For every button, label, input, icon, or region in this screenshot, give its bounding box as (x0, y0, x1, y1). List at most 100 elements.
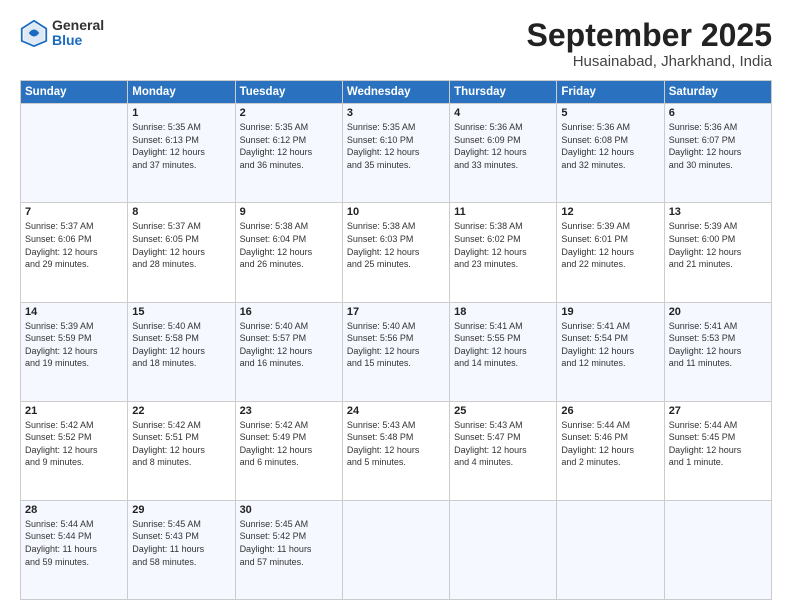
col-sunday: Sunday (21, 81, 128, 104)
day-number: 5 (561, 107, 659, 119)
day-info: Sunrise: 5:37 AM Sunset: 6:05 PM Dayligh… (132, 220, 230, 270)
cell-w1-d2: 1 Sunrise: 5:35 AM Sunset: 6:13 PM Daylig… (128, 104, 235, 203)
day-info: Sunrise: 5:41 AM Sunset: 5:54 PM Dayligh… (561, 320, 659, 370)
day-info: Sunrise: 5:44 AM Sunset: 5:45 PM Dayligh… (669, 419, 767, 469)
day-info: Sunrise: 5:35 AM Sunset: 6:12 PM Dayligh… (240, 121, 338, 171)
day-info: Sunrise: 5:39 AM Sunset: 6:00 PM Dayligh… (669, 220, 767, 270)
page: General Blue September 2025 Husainabad, … (0, 0, 792, 612)
cell-w4-d6: 26 Sunrise: 5:44 AM Sunset: 5:46 PM Dayli… (557, 401, 664, 500)
day-info: Sunrise: 5:40 AM Sunset: 5:56 PM Dayligh… (347, 320, 445, 370)
day-info: Sunrise: 5:35 AM Sunset: 6:13 PM Dayligh… (132, 121, 230, 171)
day-info: Sunrise: 5:38 AM Sunset: 6:04 PM Dayligh… (240, 220, 338, 270)
day-info: Sunrise: 5:44 AM Sunset: 5:44 PM Dayligh… (25, 518, 123, 568)
week-row-3: 14Sunrise: 5:39 AM Sunset: 5:59 PM Dayli… (21, 302, 772, 401)
day-info: Sunrise: 5:38 AM Sunset: 6:03 PM Dayligh… (347, 220, 445, 270)
day-info: Sunrise: 5:42 AM Sunset: 5:49 PM Dayligh… (240, 419, 338, 469)
cell-w2-d6: 12 Sunrise: 5:39 AM Sunset: 6:01 PM Dayli… (557, 203, 664, 302)
cell-w1-d6: 5 Sunrise: 5:36 AM Sunset: 6:08 PM Daylig… (557, 104, 664, 203)
cell-w4-d1: 21Sunrise: 5:42 AM Sunset: 5:52 PM Dayli… (21, 401, 128, 500)
title-block: September 2025 Husainabad, Jharkhand, In… (527, 18, 772, 70)
day-number: 18 (454, 306, 552, 318)
day-number: 1 (132, 107, 230, 119)
day-number: 22 (132, 405, 230, 417)
day-number: 4 (454, 107, 552, 119)
day-number: 30 (240, 504, 338, 516)
cell-w2-d7: 13 Sunrise: 5:39 AM Sunset: 6:00 PM Dayli… (664, 203, 771, 302)
cell-w2-d5: 11 Sunrise: 5:38 AM Sunset: 6:02 PM Dayli… (450, 203, 557, 302)
day-info: Sunrise: 5:38 AM Sunset: 6:02 PM Dayligh… (454, 220, 552, 270)
location: Husainabad, Jharkhand, India (527, 53, 772, 70)
col-monday: Monday (128, 81, 235, 104)
day-number: 27 (669, 405, 767, 417)
col-thursday: Thursday (450, 81, 557, 104)
col-tuesday: Tuesday (235, 81, 342, 104)
day-info: Sunrise: 5:36 AM Sunset: 6:07 PM Dayligh… (669, 121, 767, 171)
day-info: Sunrise: 5:44 AM Sunset: 5:46 PM Dayligh… (561, 419, 659, 469)
day-info: Sunrise: 5:42 AM Sunset: 5:52 PM Dayligh… (25, 419, 123, 469)
cell-w1-d5: 4 Sunrise: 5:36 AM Sunset: 6:09 PM Daylig… (450, 104, 557, 203)
day-number: 26 (561, 405, 659, 417)
week-row-2: 7 Sunrise: 5:37 AM Sunset: 6:06 PM Daylig… (21, 203, 772, 302)
cell-w3-d4: 17 Sunrise: 5:40 AM Sunset: 5:56 PM Dayli… (342, 302, 449, 401)
day-number: 6 (669, 107, 767, 119)
day-number: 12 (561, 206, 659, 218)
day-info: Sunrise: 5:40 AM Sunset: 5:58 PM Dayligh… (132, 320, 230, 370)
day-info: Sunrise: 5:42 AM Sunset: 5:51 PM Dayligh… (132, 419, 230, 469)
cell-w5-d2: 29 Sunrise: 5:45 AM Sunset: 5:43 PM Dayli… (128, 500, 235, 599)
col-wednesday: Wednesday (342, 81, 449, 104)
logo-text: General Blue (52, 18, 104, 49)
cell-w4-d3: 23 Sunrise: 5:42 AM Sunset: 5:49 PM Dayli… (235, 401, 342, 500)
day-number: 13 (669, 206, 767, 218)
day-info: Sunrise: 5:37 AM Sunset: 6:06 PM Dayligh… (25, 220, 123, 270)
cell-w3-d5: 18Sunrise: 5:41 AM Sunset: 5:55 PM Dayli… (450, 302, 557, 401)
day-info: Sunrise: 5:36 AM Sunset: 6:08 PM Dayligh… (561, 121, 659, 171)
day-info: Sunrise: 5:36 AM Sunset: 6:09 PM Dayligh… (454, 121, 552, 171)
cell-w1-d4: 3Sunrise: 5:35 AM Sunset: 6:10 PM Daylig… (342, 104, 449, 203)
day-info: Sunrise: 5:45 AM Sunset: 5:42 PM Dayligh… (240, 518, 338, 568)
header: General Blue September 2025 Husainabad, … (20, 18, 772, 70)
cell-w4-d4: 24 Sunrise: 5:43 AM Sunset: 5:48 PM Dayli… (342, 401, 449, 500)
cell-w5-d5 (450, 500, 557, 599)
day-number: 2 (240, 107, 338, 119)
logo: General Blue (20, 18, 104, 49)
col-saturday: Saturday (664, 81, 771, 104)
day-number: 11 (454, 206, 552, 218)
cell-w1-d3: 2 Sunrise: 5:35 AM Sunset: 6:12 PM Daylig… (235, 104, 342, 203)
day-number: 3 (347, 107, 445, 119)
day-number: 25 (454, 405, 552, 417)
cell-w2-d3: 9 Sunrise: 5:38 AM Sunset: 6:04 PM Daylig… (235, 203, 342, 302)
day-number: 10 (347, 206, 445, 218)
cell-w3-d2: 15 Sunrise: 5:40 AM Sunset: 5:58 PM Dayli… (128, 302, 235, 401)
day-number: 17 (347, 306, 445, 318)
cell-w5-d4 (342, 500, 449, 599)
cell-w5-d1: 28Sunrise: 5:44 AM Sunset: 5:44 PM Dayli… (21, 500, 128, 599)
day-number: 24 (347, 405, 445, 417)
day-info: Sunrise: 5:43 AM Sunset: 5:48 PM Dayligh… (347, 419, 445, 469)
cell-w3-d3: 16Sunrise: 5:40 AM Sunset: 5:57 PM Dayli… (235, 302, 342, 401)
cell-w2-d4: 10 Sunrise: 5:38 AM Sunset: 6:03 PM Dayli… (342, 203, 449, 302)
day-number: 8 (132, 206, 230, 218)
day-number: 29 (132, 504, 230, 516)
day-info: Sunrise: 5:41 AM Sunset: 5:53 PM Dayligh… (669, 320, 767, 370)
day-number: 9 (240, 206, 338, 218)
week-row-5: 28Sunrise: 5:44 AM Sunset: 5:44 PM Dayli… (21, 500, 772, 599)
cell-w3-d7: 20Sunrise: 5:41 AM Sunset: 5:53 PM Dayli… (664, 302, 771, 401)
day-number: 15 (132, 306, 230, 318)
day-number: 14 (25, 306, 123, 318)
day-number: 7 (25, 206, 123, 218)
day-info: Sunrise: 5:45 AM Sunset: 5:43 PM Dayligh… (132, 518, 230, 568)
cell-w5-d3: 30 Sunrise: 5:45 AM Sunset: 5:42 PM Dayli… (235, 500, 342, 599)
header-row: Sunday Monday Tuesday Wednesday Thursday… (21, 81, 772, 104)
cell-w4-d5: 25Sunrise: 5:43 AM Sunset: 5:47 PM Dayli… (450, 401, 557, 500)
calendar-table: Sunday Monday Tuesday Wednesday Thursday… (20, 80, 772, 600)
day-number: 23 (240, 405, 338, 417)
cell-w3-d6: 19Sunrise: 5:41 AM Sunset: 5:54 PM Dayli… (557, 302, 664, 401)
week-row-1: 1 Sunrise: 5:35 AM Sunset: 6:13 PM Daylig… (21, 104, 772, 203)
cell-w1-d1 (21, 104, 128, 203)
cell-w4-d2: 22 Sunrise: 5:42 AM Sunset: 5:51 PM Dayli… (128, 401, 235, 500)
cell-w2-d2: 8 Sunrise: 5:37 AM Sunset: 6:05 PM Daylig… (128, 203, 235, 302)
logo-general-label: General (52, 18, 104, 33)
cell-w3-d1: 14Sunrise: 5:39 AM Sunset: 5:59 PM Dayli… (21, 302, 128, 401)
logo-blue-label: Blue (52, 33, 104, 48)
day-info: Sunrise: 5:39 AM Sunset: 6:01 PM Dayligh… (561, 220, 659, 270)
